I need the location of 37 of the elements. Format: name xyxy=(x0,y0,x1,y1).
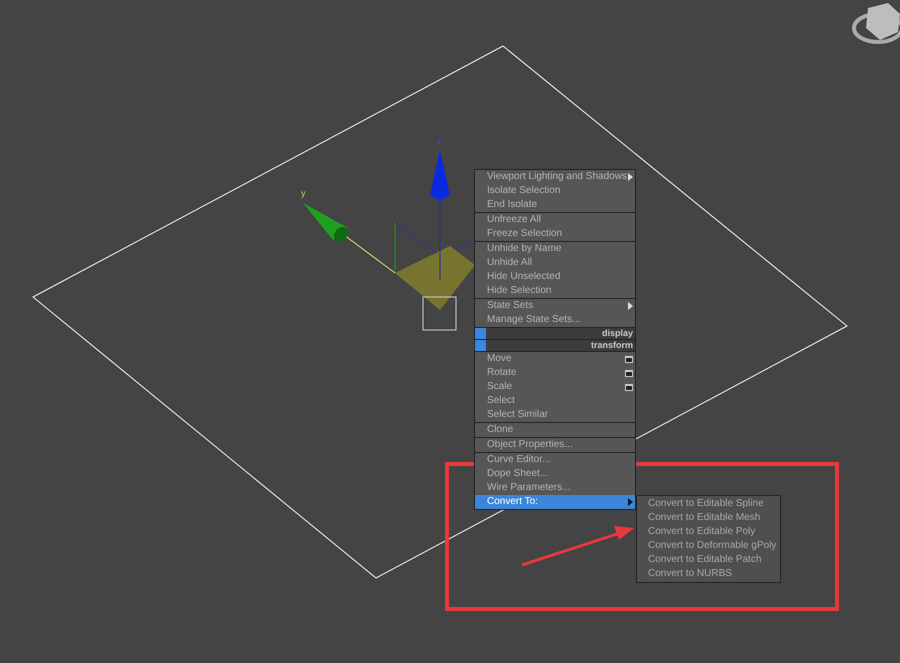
menu-item[interactable]: Freeze Selection xyxy=(475,227,635,241)
menu-item[interactable]: Convert To: xyxy=(475,495,635,509)
menu-item[interactable]: Unfreeze All xyxy=(475,213,635,227)
options-box-icon[interactable] xyxy=(625,384,633,390)
menu-item[interactable]: Convert to Editable Poly xyxy=(637,525,780,539)
menu-item[interactable]: Hide Selection xyxy=(475,284,635,298)
menu-item[interactable]: Select Similar xyxy=(475,408,635,422)
menu-item[interactable]: Manage State Sets... xyxy=(475,313,635,327)
menu-item[interactable]: Scale xyxy=(475,380,635,394)
menu-item[interactable]: Convert to Editable Mesh xyxy=(637,511,780,525)
menu-item[interactable]: Clone xyxy=(475,423,635,437)
menu-item[interactable]: Hide Unselected xyxy=(475,270,635,284)
menu-item[interactable]: State Sets xyxy=(475,299,635,313)
axis-label: z xyxy=(437,137,442,146)
menu-item[interactable]: Convert to Editable Spline xyxy=(637,497,780,511)
menu-item[interactable]: Select xyxy=(475,394,635,408)
menu-item[interactable]: Object Properties... xyxy=(475,438,635,452)
menu-item[interactable]: Curve Editor... xyxy=(475,453,635,467)
menu-item[interactable]: Convert to Deformable gPoly xyxy=(637,539,780,553)
quad-marker xyxy=(475,340,486,351)
options-box-icon[interactable] xyxy=(625,356,633,362)
options-box-icon[interactable] xyxy=(625,370,633,376)
menu-item[interactable]: Convert to Editable Patch xyxy=(637,553,780,567)
menu-item[interactable]: Rotate xyxy=(475,366,635,380)
menu-item[interactable]: Move xyxy=(475,352,635,366)
menu-item[interactable]: Viewport Lighting and Shadows xyxy=(475,170,635,184)
quad-marker xyxy=(475,328,486,339)
selection-bracket xyxy=(422,296,456,330)
menu-item[interactable]: Unhide by Name xyxy=(475,242,635,256)
axis-label: y xyxy=(301,189,306,198)
menu-item[interactable]: Isolate Selection xyxy=(475,184,635,198)
menu-item[interactable]: Wire Parameters... xyxy=(475,481,635,495)
menu-item[interactable]: End Isolate xyxy=(475,198,635,212)
menu-item[interactable]: Unhide All xyxy=(475,256,635,270)
menu-item[interactable]: Dope Sheet... xyxy=(475,467,635,481)
viewcube-icon[interactable] xyxy=(852,3,900,44)
menu-item[interactable]: Convert to NURBS xyxy=(637,567,780,581)
